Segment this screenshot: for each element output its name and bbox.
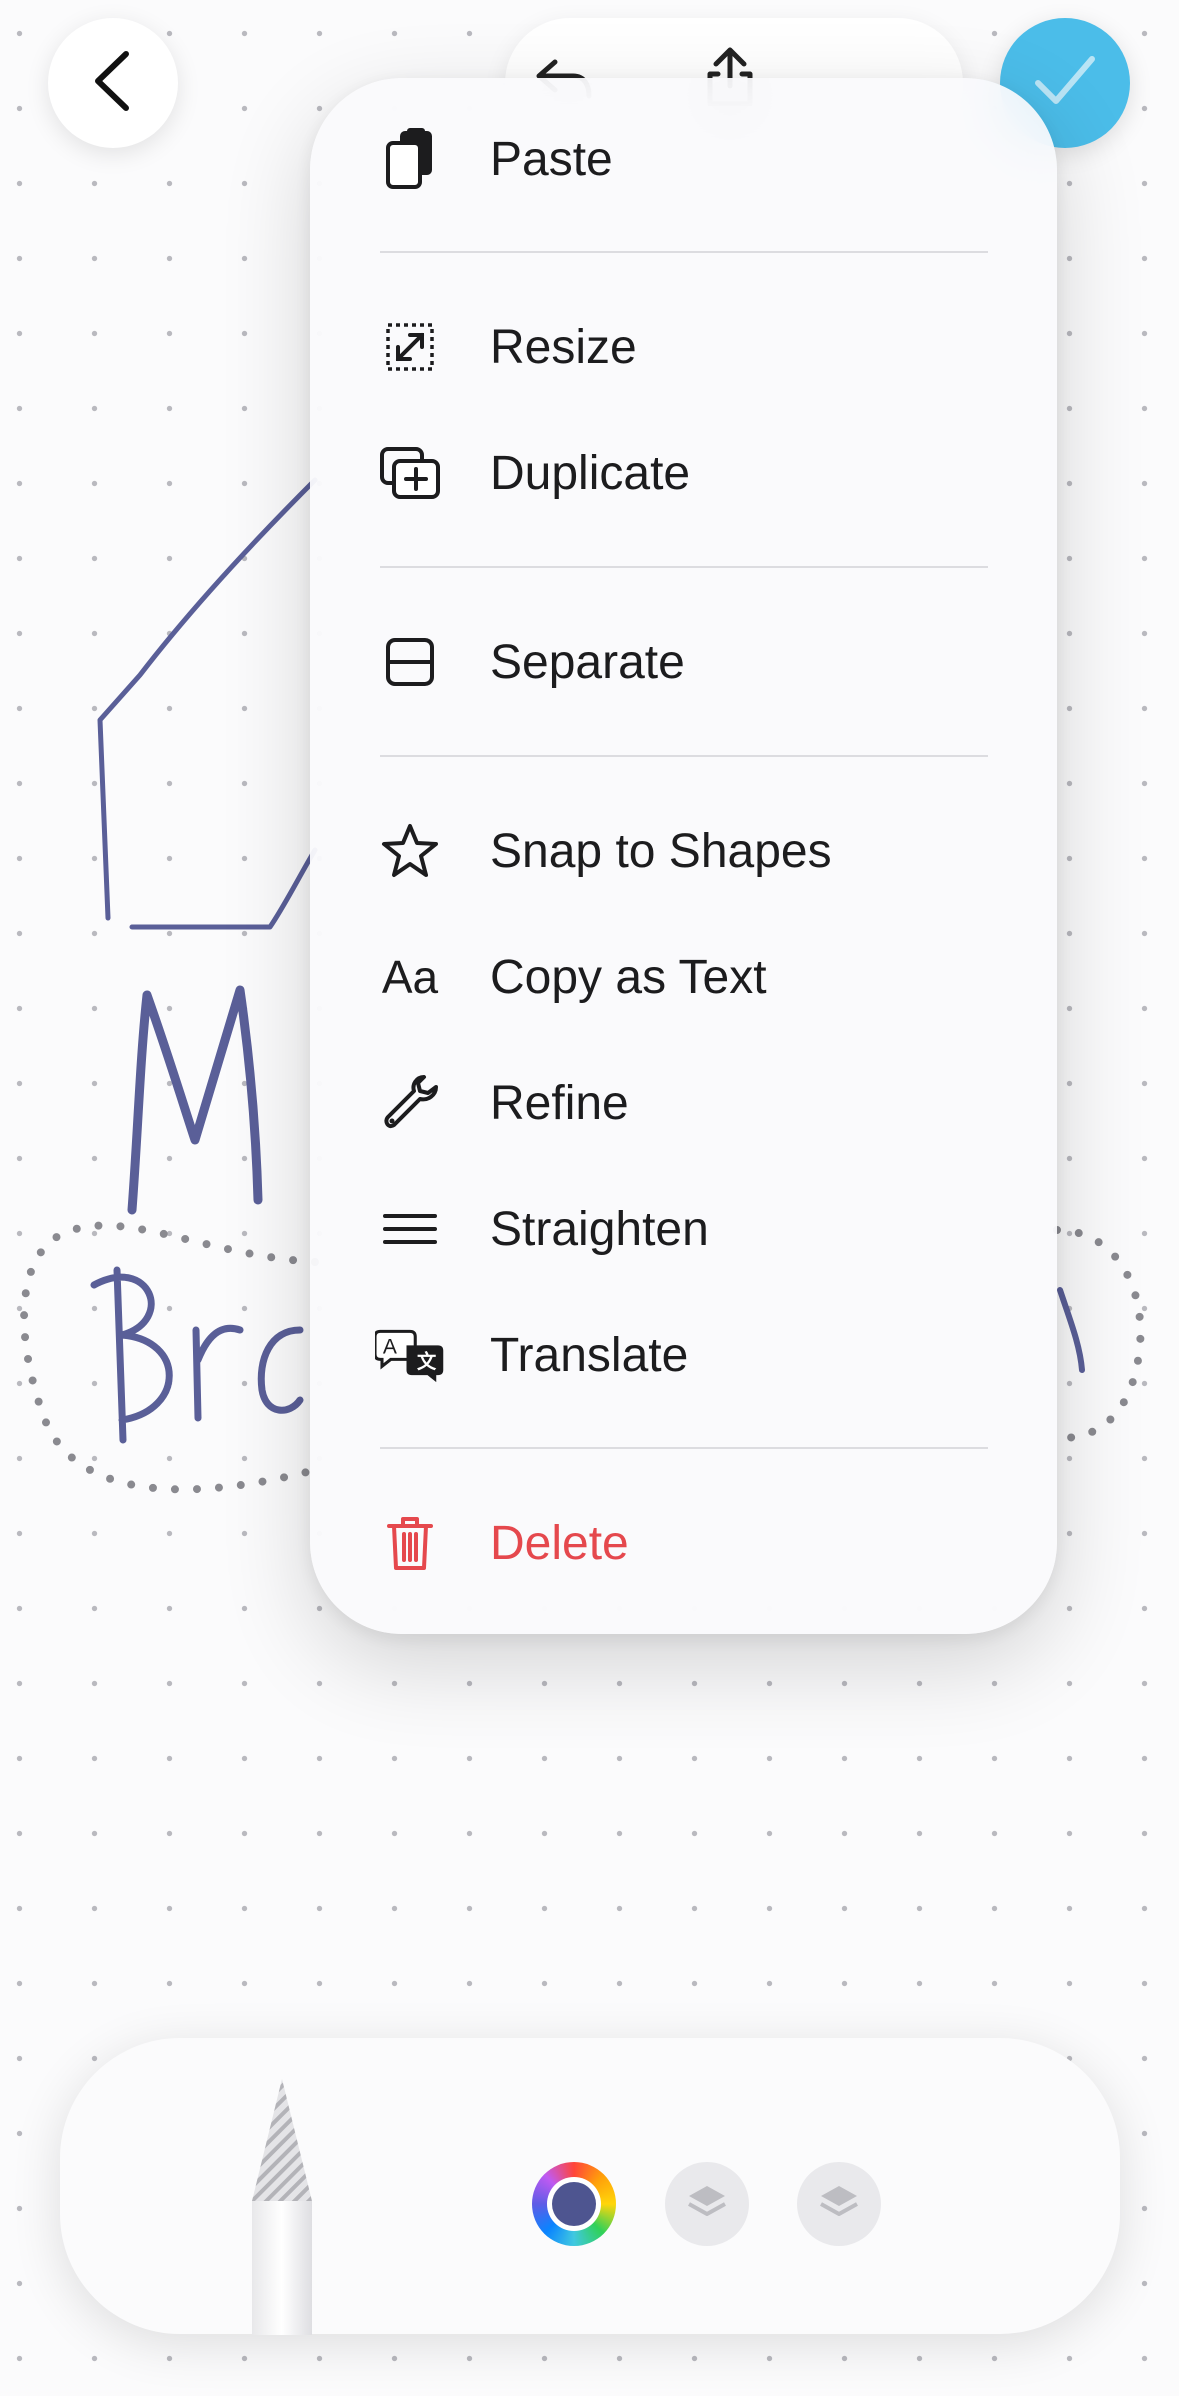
context-menu: Paste Resize Duplicate Separate Snap to … [310, 78, 1057, 1634]
svg-text:A: A [383, 1335, 397, 1358]
layer-button-1[interactable] [665, 2162, 749, 2246]
menu-item-label: Refine [490, 1076, 629, 1130]
menu-item-label: Translate [490, 1328, 689, 1382]
menu-item-separate[interactable]: Separate [310, 607, 1057, 717]
translate-icon: A文 [375, 1320, 445, 1390]
menu-item-copy-as-text[interactable]: Aa Copy as Text [310, 922, 1057, 1032]
layers-icon [817, 2182, 861, 2227]
layers-icon [685, 2182, 729, 2227]
selection-lasso-left [20, 1221, 319, 1494]
menu-item-paste[interactable]: Paste [310, 104, 1057, 214]
back-button[interactable] [48, 18, 178, 148]
menu-item-translate[interactable]: A文 Translate [310, 1300, 1057, 1410]
paste-icon [375, 124, 445, 194]
layer-button-2[interactable] [797, 2162, 881, 2246]
selection-lasso-right [1053, 1226, 1145, 1443]
menu-item-label: Straighten [490, 1202, 709, 1256]
color-picker-button[interactable] [532, 2162, 616, 2246]
menu-item-label: Separate [490, 635, 685, 689]
menu-item-label: Paste [490, 132, 613, 186]
star-icon [375, 816, 445, 886]
letter-r-stroke [192, 1324, 244, 1422]
letter-m-stroke [127, 985, 263, 1215]
letter-o-stroke [257, 1326, 304, 1414]
menu-item-label: Delete [490, 1516, 629, 1570]
menu-separator [380, 755, 988, 757]
right-trailing-stroke [1057, 1287, 1085, 1373]
svg-text:文: 文 [417, 1350, 437, 1373]
menu-item-label: Copy as Text [490, 950, 767, 1004]
menu-item-duplicate[interactable]: Duplicate [310, 418, 1057, 528]
pencil-icon[interactable] [248, 2075, 316, 2335]
menu-item-straighten[interactable]: Straighten [310, 1174, 1057, 1284]
menu-item-refine[interactable]: Refine [310, 1048, 1057, 1158]
menu-separator [380, 1447, 988, 1449]
menu-item-resize[interactable]: Resize [310, 292, 1057, 402]
separate-icon [375, 627, 445, 697]
wrench-icon [375, 1068, 445, 1138]
duplicate-icon [375, 438, 445, 508]
resize-icon [375, 312, 445, 382]
lines-icon [375, 1194, 445, 1264]
house-base-stroke [129, 847, 318, 930]
menu-item-label: Duplicate [490, 446, 691, 500]
menu-separator [380, 566, 988, 568]
house-roof-stroke [97, 477, 318, 921]
menu-item-delete[interactable]: Delete [310, 1488, 1057, 1598]
text-aa-icon: Aa [381, 951, 439, 1003]
menu-item-label: Resize [490, 320, 637, 374]
menu-item-snap-to-shapes[interactable]: Snap to Shapes [310, 796, 1057, 906]
letter-b-stroke [90, 1266, 173, 1444]
menu-item-label: Snap to Shapes [490, 824, 832, 878]
trash-icon [375, 1508, 445, 1578]
chevron-left-icon [88, 50, 138, 117]
menu-separator [380, 251, 988, 253]
